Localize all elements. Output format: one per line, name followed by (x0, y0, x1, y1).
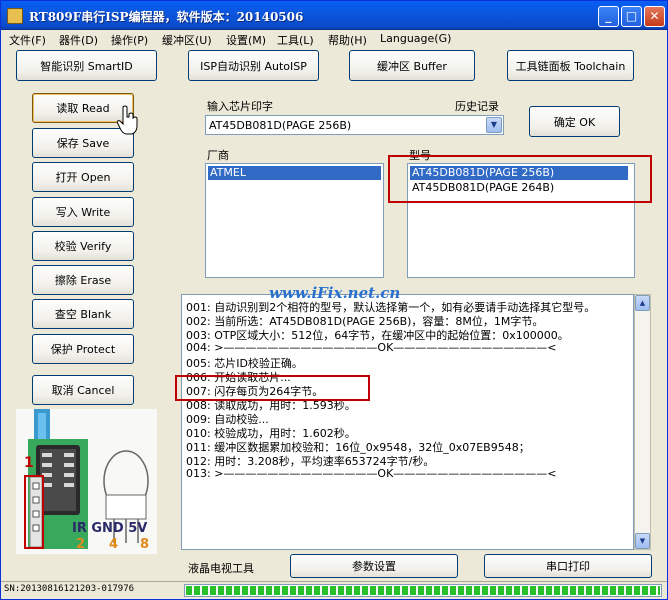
status-bar: SN:20130816121203-017976 (1, 581, 667, 599)
progress-bar (184, 584, 662, 597)
params-button[interactable]: 参数设置 (290, 554, 458, 578)
app-icon (7, 8, 23, 24)
serial-number: SN:20130816121203-017976 (4, 584, 135, 594)
minimize-button[interactable]: _ (598, 6, 619, 27)
smart-id-button[interactable]: 智能识别 SmartID (16, 50, 157, 81)
verify-button[interactable]: 校验 Verify (32, 231, 134, 261)
write-button[interactable]: 写入 Write (32, 197, 134, 227)
pin-number: 8 (140, 537, 150, 552)
scroll-down-icon[interactable]: ▼ (635, 533, 650, 549)
log-line: 013: >——————————————OK——————————————< (186, 467, 557, 480)
maximize-button[interactable]: □ (621, 6, 642, 27)
vendor-item[interactable]: ATMEL (208, 166, 381, 180)
blank-button[interactable]: 查空 Blank (32, 299, 134, 329)
pin-labels: IR GND 5V (72, 521, 148, 536)
confirm-ok-button[interactable]: 确定 OK (529, 106, 620, 137)
serial-print-button[interactable]: 串口打印 (484, 554, 652, 578)
chip-combobox-value: AT45DB081D(PAGE 256B) (209, 119, 352, 132)
app-window: RT809F串行ISP编程器，软件版本：20140506 _ □ ✕ 文件(F)… (0, 0, 668, 600)
menu-operation[interactable]: 操作(P) (111, 32, 148, 48)
pin-one-marker: 1 (24, 455, 34, 471)
hand-cursor-icon (117, 105, 138, 135)
erase-button[interactable]: 擦除 Erase (32, 265, 134, 295)
menu-settings[interactable]: 设置(M) (226, 32, 266, 48)
history-label: 历史记录 (455, 100, 499, 113)
highlight-box-log (175, 375, 370, 401)
menu-bar: 文件(F) 器件(D) 操作(P) 缓冲区(U) 设置(M) 工具(L) 帮助(… (1, 30, 667, 48)
tv-tool-label[interactable]: 液晶电视工具 (188, 560, 254, 576)
pin-number: 4 (109, 537, 119, 552)
log-panel[interactable]: 001: 自动识别到2个相符的型号，默认选择第一个，如有必要请手动选择其它型号。… (181, 294, 634, 550)
auto-isp-button[interactable]: ISP自动识别 AutoISP (188, 50, 319, 81)
buffer-button[interactable]: 缓冲区 Buffer (349, 50, 475, 81)
menu-buffer[interactable]: 缓冲区(U) (162, 32, 212, 48)
menu-device[interactable]: 器件(D) (59, 32, 98, 48)
highlight-box-pins (24, 475, 44, 549)
log-scrollbar[interactable]: ▲ ▼ (634, 294, 651, 550)
log-line: 004: >——————————————OK——————————————< (186, 341, 557, 354)
chip-input-label: 输入芯片印字 (207, 100, 273, 113)
pin-number: 2 (76, 537, 86, 552)
menu-tools[interactable]: 工具(L) (277, 32, 314, 48)
vendor-label: 厂商 (207, 149, 229, 162)
chip-combobox[interactable]: AT45DB081D(PAGE 256B) ▼ (205, 115, 504, 135)
highlight-box-models (388, 155, 652, 203)
menu-help[interactable]: 帮助(H) (328, 32, 367, 48)
vendor-list[interactable]: ATMEL (205, 163, 384, 278)
menu-language[interactable]: Language(G) (380, 32, 451, 45)
menu-file[interactable]: 文件(F) (9, 32, 46, 48)
open-button[interactable]: 打开 Open (32, 162, 134, 192)
close-button[interactable]: ✕ (644, 6, 665, 27)
toolchain-button[interactable]: 工具链面板 Toolchain (507, 50, 634, 81)
chevron-down-icon[interactable]: ▼ (486, 117, 502, 133)
cancel-button[interactable]: 取消 Cancel (32, 375, 134, 405)
protect-button[interactable]: 保护 Protect (32, 334, 134, 364)
window-title: RT809F串行ISP编程器，软件版本：20140506 (29, 10, 304, 24)
progress-fill (186, 586, 660, 595)
socket-diagram: 1 IR GND 5V 2 4 8 (16, 409, 157, 554)
scroll-up-icon[interactable]: ▲ (635, 295, 650, 311)
watermark: www.iFix.net.cn (269, 284, 401, 302)
title-bar[interactable]: RT809F串行ISP编程器，软件版本：20140506 _ □ ✕ (1, 1, 667, 30)
